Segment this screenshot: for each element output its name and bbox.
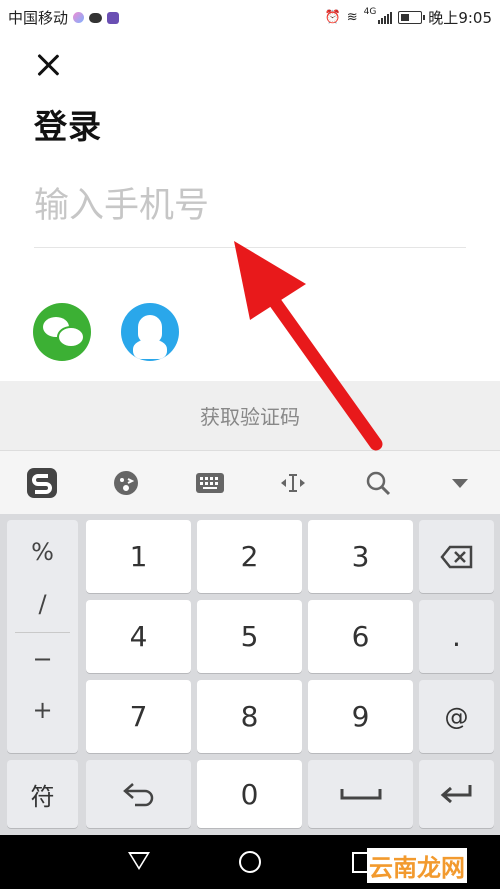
wechat-login-button[interactable]: [33, 303, 91, 361]
wechat-icon-bubble: [57, 326, 85, 348]
battery-icon: [398, 11, 426, 24]
symbol-key[interactable]: 符: [7, 760, 78, 828]
cursor-move-icon[interactable]: [273, 463, 313, 503]
key-7[interactable]: 7: [86, 680, 191, 753]
get-code-button[interactable]: 获取验证码: [0, 381, 500, 450]
enter-key[interactable]: [419, 760, 494, 828]
key-4[interactable]: 4: [86, 600, 191, 673]
back-icon[interactable]: [128, 852, 150, 870]
clock: 9:05: [458, 8, 492, 27]
symbol-key-slash[interactable]: /: [7, 590, 78, 618]
key-2[interactable]: 2: [197, 520, 302, 593]
symbol-column[interactable]: % / − +: [7, 520, 78, 753]
alarm-icon: ⏰: [324, 10, 341, 25]
backspace-key[interactable]: [419, 520, 494, 593]
space-icon: [340, 789, 381, 800]
phone-input[interactable]: [34, 180, 466, 232]
qq-login-button[interactable]: [121, 303, 179, 361]
key-3[interactable]: 3: [308, 520, 413, 593]
dot-key[interactable]: .: [419, 600, 494, 673]
app-notification-icon: [107, 11, 120, 24]
emoji-icon[interactable]: [106, 463, 146, 503]
numeric-keyboard: % / − + 1 2 3 4 5 6 . 7 8 9 @ 符 0: [0, 514, 500, 835]
symbol-divider: [15, 632, 70, 633]
collapse-icon[interactable]: [440, 463, 480, 503]
key-6[interactable]: 6: [308, 600, 413, 673]
network-type: 4G: [363, 7, 377, 17]
space-key[interactable]: [308, 760, 413, 828]
signal-icon: [378, 11, 393, 24]
undo-key[interactable]: [86, 760, 191, 828]
at-key[interactable]: @: [419, 680, 494, 753]
home-icon[interactable]: [239, 851, 261, 873]
key-0[interactable]: 0: [197, 760, 302, 828]
undo-icon: [122, 783, 153, 807]
key-5[interactable]: 5: [197, 600, 302, 673]
page-title: 登录: [34, 107, 102, 146]
keyboard-toolbar: [0, 450, 500, 515]
time-prefix: 晚上: [428, 9, 459, 27]
carrier-label: 中国移动: [8, 9, 69, 27]
symbol-key-minus[interactable]: −: [7, 645, 78, 673]
qq-icon-body: [133, 339, 167, 359]
symbol-key-percent[interactable]: %: [7, 538, 78, 566]
input-underline: [34, 247, 466, 248]
message-icon: [89, 12, 103, 23]
wifi-icon: ≋: [346, 10, 358, 25]
key-8[interactable]: 8: [197, 680, 302, 753]
notification-app-icon: [73, 12, 85, 23]
status-bar: 中国移动 ⏰ ≋ 4G 晚上 9:05: [0, 0, 500, 34]
key-1[interactable]: 1: [86, 520, 191, 593]
backspace-icon: [439, 545, 472, 568]
enter-icon: [440, 785, 471, 804]
key-9[interactable]: 9: [308, 680, 413, 753]
search-icon[interactable]: [358, 463, 398, 503]
sogou-logo-icon[interactable]: [22, 463, 62, 503]
watermark-text: 云南龙网: [367, 848, 467, 883]
keyboard-icon[interactable]: [190, 463, 230, 503]
symbol-key-plus[interactable]: +: [7, 696, 78, 724]
screen: 中国移动 ⏰ ≋ 4G 晚上9:05 登录 获取验证码: [0, 0, 500, 889]
close-icon[interactable]: [33, 50, 63, 80]
